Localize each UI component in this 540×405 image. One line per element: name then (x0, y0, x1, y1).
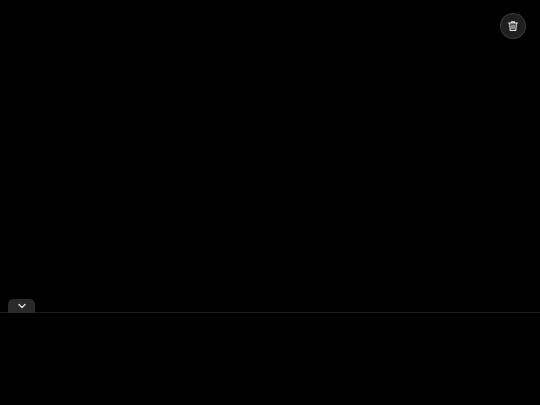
panel-toggle-button[interactable] (8, 299, 35, 313)
app-screen (0, 0, 540, 405)
delete-button[interactable] (500, 13, 526, 39)
main-viewport[interactable] (0, 0, 540, 312)
bottom-panel (0, 313, 540, 405)
trash-icon (507, 20, 519, 32)
chevron-down-icon (17, 302, 27, 310)
